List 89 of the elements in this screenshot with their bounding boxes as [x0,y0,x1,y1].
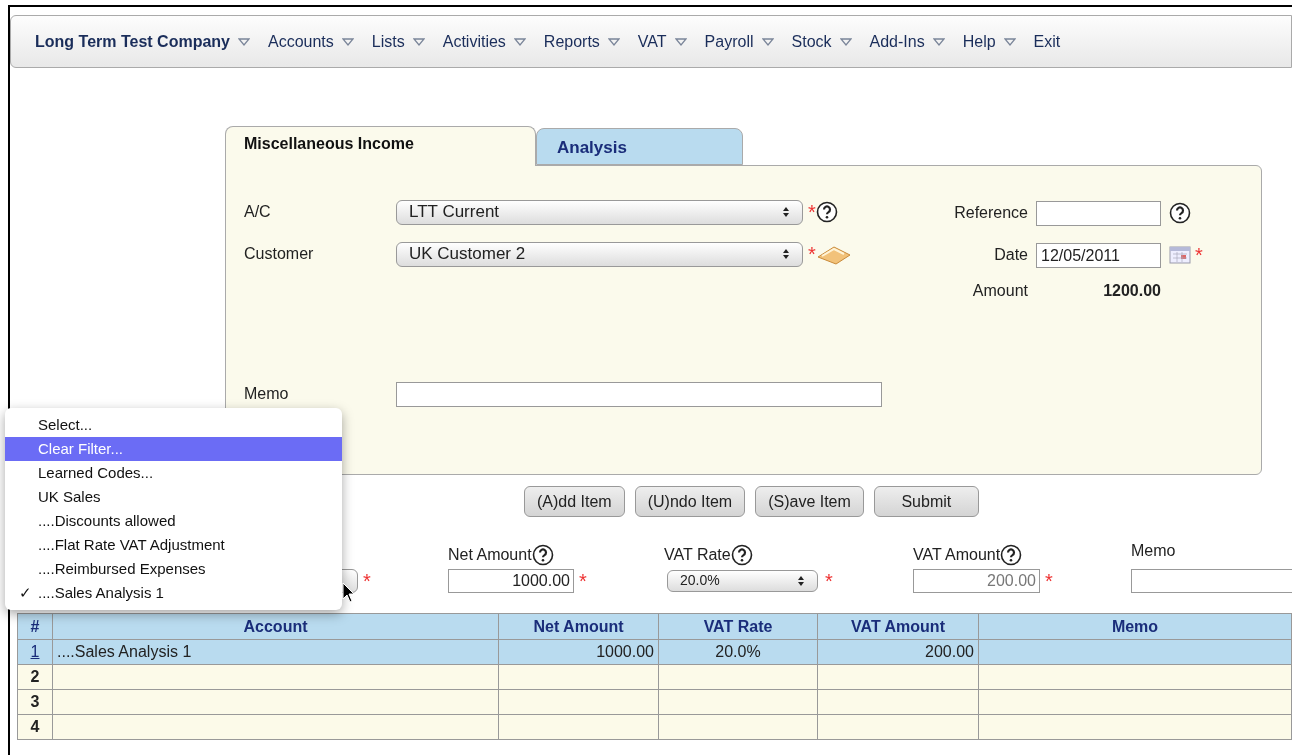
net-amount-input-field[interactable]: 1000.00 [448,568,574,593]
caret-icon[interactable] [674,37,687,46]
column-header: VAT Amount [817,613,979,640]
caret-icon[interactable] [238,37,250,46]
menu-item[interactable]: Stock [791,29,852,54]
menu-item[interactable]: Reports [543,29,620,54]
memo-input-field[interactable] [396,381,882,407]
column-header: Memo [978,613,1292,640]
column-header: Account [52,613,499,640]
table-cell: 200.00 [925,643,974,660]
required-asterisk: * [825,570,833,591]
select-field[interactable]: LTT Current [396,199,803,225]
tab[interactable]: Analysis [536,128,743,165]
dropdown-item[interactable]: UK Sales [5,485,342,509]
help-icon[interactable] [815,201,838,223]
required-asterisk: * [808,202,816,222]
menu-item[interactable]: Accounts [268,29,354,54]
memo-input-field[interactable] [1131,568,1292,593]
dropdown-item[interactable]: ....Discounts allowed [5,509,342,533]
menu-item[interactable]: Add-Ins [869,29,945,54]
dropdown-item[interactable]: ✓ ....Sales Analysis 1 [5,581,342,605]
menu-item[interactable]: Activities [442,29,526,54]
row-number[interactable]: 1 [30,643,40,660]
date-input-field[interactable]: 12/05/2011 [1036,242,1161,268]
table-row[interactable]: 4 [17,714,1292,740]
menu-item[interactable]: Long Term Test Company [35,29,250,54]
caret-icon[interactable] [341,37,354,46]
required-asterisk: * [1195,245,1203,265]
caret-icon[interactable] [607,37,620,46]
vat-rate-select[interactable]: 20.0% [667,569,818,592]
stepper-icon [782,248,790,260]
dropdown-item[interactable]: ....Reimbursed Expenses [5,557,342,581]
table-row[interactable]: 1 ....Sales Analysis 1 1000.00 20.0% 200.00 [17,639,1292,665]
column-header: Net Amount [498,613,659,640]
stepper-icon [782,206,790,218]
field-label: VAT Amount [913,544,1001,565]
tab[interactable]: Miscellaneous Income [225,126,536,166]
required-asterisk: * [363,570,371,591]
field-label: Memo [244,384,290,404]
caret-icon[interactable] [932,37,945,46]
required-asterisk: * [808,244,816,264]
menu-item[interactable]: Lists [371,29,425,54]
action-button[interactable]: (S)ave Item [755,486,864,517]
reference-input-field[interactable] [1036,200,1161,226]
menu-item[interactable]: VAT [637,29,687,54]
help-icon[interactable] [1169,202,1191,224]
dropdown-item[interactable]: Clear Filter... [5,437,342,461]
menu-item[interactable]: Help [962,29,1016,54]
calendar-icon[interactable] [1169,246,1191,264]
caret-icon[interactable] [839,37,852,46]
field-label: Date [993,245,1028,265]
caret-icon[interactable] [412,37,425,46]
select-field[interactable]: UK Customer 2 [396,241,803,267]
table-cell: ....Sales Analysis 1 [57,643,192,660]
row-number: 4 [30,718,40,735]
stepper-icon [797,574,805,587]
field-label: Customer [244,244,315,264]
action-button[interactable]: (A)dd Item [524,486,625,517]
field-label: A/C [244,202,272,222]
caret-icon[interactable] [761,37,774,46]
caret-icon[interactable] [1003,37,1016,46]
required-asterisk: * [1045,570,1053,591]
field-label: Memo [1131,540,1176,561]
table-cell: 1000.00 [596,643,654,660]
table-cell: 20.0% [715,643,761,660]
dropdown-item[interactable]: Select... [5,413,342,437]
field-label: Net Amount [448,544,532,565]
action-button[interactable]: (U)ndo Item [634,486,746,517]
row-number: 3 [30,693,40,710]
field-label: Reference [953,203,1028,223]
help-icon[interactable] [531,543,554,566]
caret-icon[interactable] [513,37,526,46]
menu-item[interactable]: Payroll [704,29,774,54]
menu-item[interactable]: Exit [1033,29,1061,54]
required-asterisk: * [579,570,587,591]
amount-value: 1200.00 [1102,281,1161,301]
dropdown-item[interactable]: Learned Codes... [5,461,342,485]
help-icon[interactable] [1000,543,1023,566]
table-row[interactable]: 2 [17,664,1292,690]
field-label: VAT Rate [664,544,731,565]
table-row[interactable]: 3 [17,689,1292,715]
field-label: Amount [971,281,1028,301]
row-number: 2 [30,668,40,685]
check-mark: ✓ [19,583,32,601]
dropdown-item[interactable]: ....Flat Rate VAT Adjustment [5,533,342,557]
column-header: # [17,613,53,640]
column-header: VAT Rate [658,613,818,640]
help-icon[interactable] [730,543,753,566]
action-button[interactable]: Submit [873,486,979,517]
